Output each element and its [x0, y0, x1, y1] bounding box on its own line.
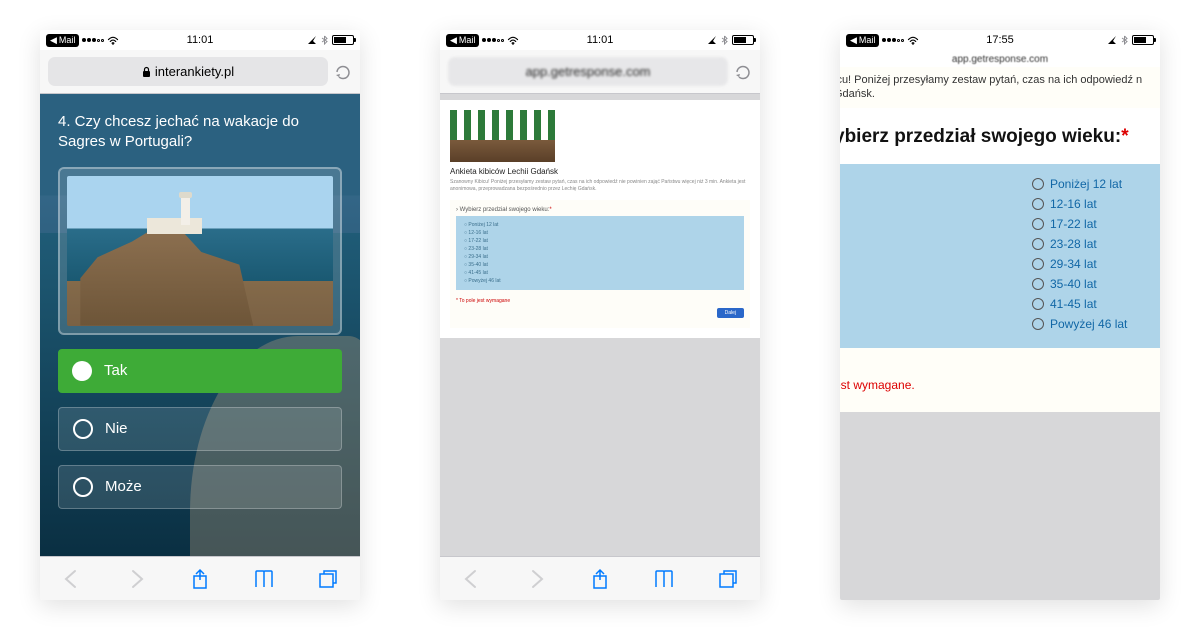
option[interactable]: Powyżej 46 lat [1032, 314, 1152, 334]
required-fragment: est wymagane. [840, 348, 1160, 412]
option-moze[interactable]: Może [58, 465, 342, 509]
option[interactable]: 41-45 lat [464, 270, 736, 276]
radio-icon [1032, 258, 1044, 270]
url-text[interactable]: app.getresponse.com [840, 50, 1160, 67]
phone-2: ◀ Mail 11:01 app.getresponse.com Ankieta… [440, 30, 760, 600]
battery-icon [732, 35, 754, 45]
radio-icon [1032, 278, 1044, 290]
radio-icon [73, 419, 93, 439]
url-text: app.getresponse.com [525, 64, 650, 79]
option[interactable]: 17-22 lat [464, 238, 736, 244]
radio-icon [73, 477, 93, 497]
radio-icon [1032, 238, 1044, 250]
option[interactable]: Powyżej 46 lat [464, 278, 736, 284]
phone-1: ◀ Mail 11:01 interankiety.pl 4. Czy chce… [40, 30, 360, 600]
next-button[interactable]: Dalej [717, 308, 744, 318]
option[interactable]: 23-28 lat [1032, 234, 1152, 254]
question-text: 4. Czy chcesz jechać na wakacje do Sagre… [58, 112, 342, 153]
option[interactable]: 17-22 lat [1032, 214, 1152, 234]
header-image [450, 110, 555, 162]
radio-icon [1032, 198, 1044, 210]
required-msg: * To pole jest wymagane [456, 298, 744, 304]
reload-icon[interactable] [334, 63, 352, 81]
safari-toolbar [440, 556, 760, 600]
tabs-icon[interactable] [317, 568, 339, 590]
back-icon[interactable] [461, 568, 483, 590]
option[interactable]: 35-40 lat [1032, 274, 1152, 294]
option-label: Tak [104, 362, 127, 379]
options-box: Poniżej 12 lat 12-16 lat 17-22 lat 23-28… [840, 164, 1160, 348]
page-content: 4. Czy chcesz jechać na wakacje do Sagre… [40, 94, 360, 556]
question-heading: ybierz przedział swojego wieku:* [840, 108, 1160, 164]
option[interactable]: 35-40 lat [464, 262, 736, 268]
option[interactable]: 29-34 lat [464, 254, 736, 260]
status-bar: ◀ Mail 17:55 [840, 30, 1160, 50]
clock: 17:55 [840, 34, 1160, 46]
forward-icon[interactable] [525, 568, 547, 590]
option[interactable]: 23-28 lat [464, 246, 736, 252]
option[interactable]: Poniżej 12 lat [464, 222, 736, 228]
option-tak[interactable]: Tak [58, 349, 342, 393]
lock-icon [142, 66, 151, 78]
option[interactable]: 12-16 lat [464, 230, 736, 236]
option[interactable]: 41-45 lat [1032, 294, 1152, 314]
reload-icon[interactable] [734, 63, 752, 81]
option[interactable]: 29-34 lat [1032, 254, 1152, 274]
url-bar: app.getresponse.com [440, 50, 760, 94]
url-field[interactable]: interankiety.pl [48, 57, 328, 86]
forward-icon[interactable] [125, 568, 147, 590]
url-bar: interankiety.pl [40, 50, 360, 94]
tabs-icon[interactable] [717, 568, 739, 590]
radio-icon [72, 361, 92, 381]
bookmarks-icon[interactable] [253, 568, 275, 590]
status-bar: ◀ Mail 11:01 [440, 30, 760, 50]
battery-icon [332, 35, 354, 45]
radio-icon [1032, 298, 1044, 310]
options-box: Poniżej 12 lat 12-16 lat 17-22 lat 23-28… [456, 216, 744, 290]
bookmarks-icon[interactable] [653, 568, 675, 590]
page-content: icu! Poniżej przesyłamy zestaw pytań, cz… [840, 67, 1160, 600]
option-label: Nie [105, 420, 128, 437]
form-title: Ankieta kibiców Lechii Gdańsk [450, 167, 750, 176]
clock: 11:01 [440, 34, 760, 46]
safari-toolbar [40, 556, 360, 600]
url-field[interactable]: app.getresponse.com [448, 57, 728, 86]
question-image [58, 167, 342, 335]
back-icon[interactable] [61, 568, 83, 590]
question-label: › Wybierz przedział swojego wieku:* [456, 204, 744, 216]
status-bar: ◀ Mail 11:01 [40, 30, 360, 50]
url-text: interankiety.pl [155, 64, 234, 79]
option-label: Może [105, 478, 142, 495]
phone-3: ◀ Mail 17:55 app.getresponse.com icu! Po… [840, 30, 1160, 600]
radio-icon [1032, 218, 1044, 230]
share-icon[interactable] [189, 568, 211, 590]
intro-fragment: icu! Poniżej przesyłamy zestaw pytań, cz… [840, 67, 1160, 108]
page-content: Ankieta kibiców Lechii Gdańsk Szanowny K… [440, 94, 760, 556]
share-icon[interactable] [589, 568, 611, 590]
option[interactable]: 12-16 lat [1032, 194, 1152, 214]
option-nie[interactable]: Nie [58, 407, 342, 451]
clock: 11:01 [40, 34, 360, 46]
radio-icon [1032, 178, 1044, 190]
battery-icon [1132, 35, 1154, 45]
option[interactable]: Poniżej 12 lat [1032, 174, 1152, 194]
radio-icon [1032, 318, 1044, 330]
form-description: Szanowny Kibicu! Poniżej przesyłamy zest… [450, 179, 750, 192]
